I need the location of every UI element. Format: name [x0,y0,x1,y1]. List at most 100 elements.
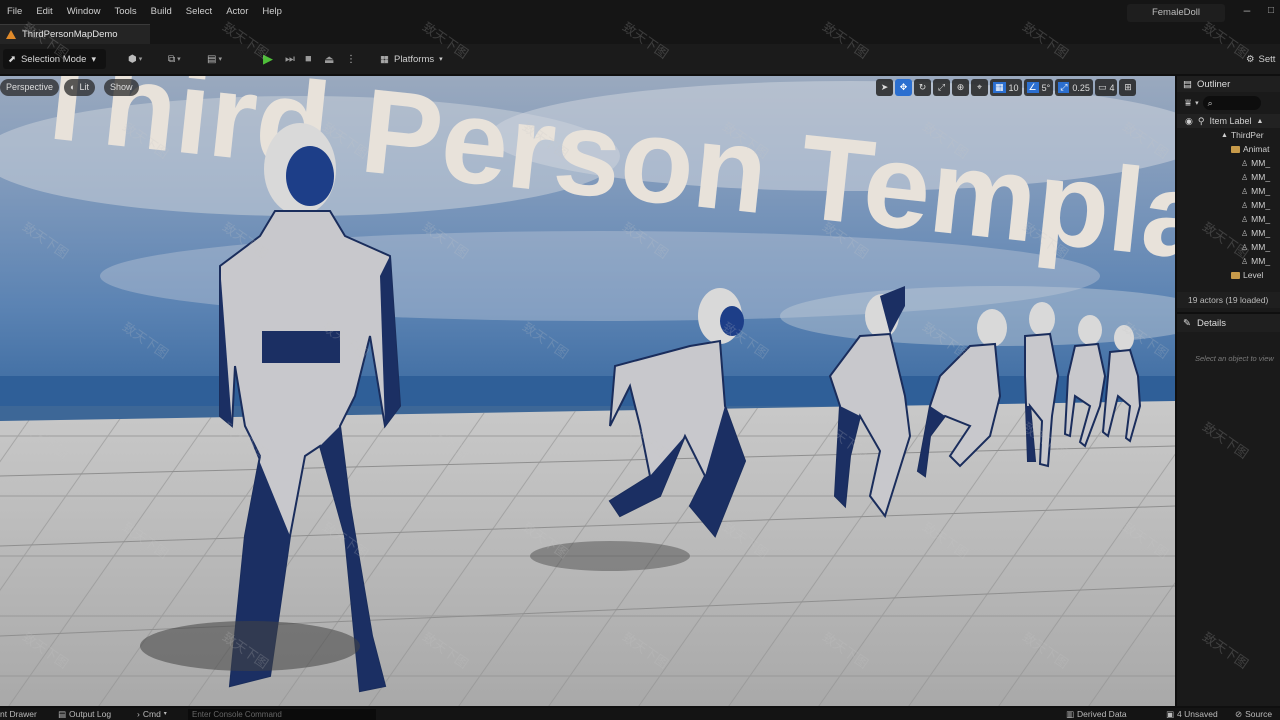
rotate-tool-button[interactable]: ↻ [914,79,931,96]
source-control-button[interactable]: ⊘ Source [1235,708,1272,720]
menu-select[interactable]: Select [179,0,219,24]
perspective-view-button[interactable]: Perspective [0,79,60,96]
details-panel: ✎ Details Select an object to view [1177,314,1280,706]
surface-snap-icon: ⌖ [976,82,983,92]
menu-window[interactable]: Window [60,0,108,24]
database-icon: ▥ [1066,709,1075,719]
pin-icon[interactable]: ⚲ [1198,116,1205,127]
grid-snap-button[interactable]: ▦ 10 [990,79,1022,96]
outliner-row-label: ThirdPer [1230,130,1264,140]
log-icon: ▤ [58,709,67,719]
outliner-row[interactable]: ♙ MM_ [1177,184,1280,198]
select-tool-button[interactable]: ➤ [876,79,893,96]
scale-tool-button[interactable]: ⤢ [933,79,950,96]
outliner-row[interactable]: ▲ ThirdPer [1177,128,1280,142]
main-menu: File Edit Window Tools Build Select Acto… [0,0,289,24]
lit-view-mode-button[interactable]: ◐ Lit [64,79,95,96]
menu-file[interactable]: File [0,0,29,24]
eye-icon[interactable]: ◉ [1185,116,1193,127]
person-icon: ♙ [1241,242,1249,252]
outliner-row[interactable]: ♙ MM_ [1177,198,1280,212]
add-content-button[interactable]: ⬢ ▾ [128,50,142,68]
details-title: Details [1196,317,1227,329]
more-vertical-icon: ⋮ [346,53,356,65]
scale-snap-button[interactable]: ⤢ 0.25 [1055,79,1093,96]
outliner-search-input[interactable]: ⌕ [1202,96,1261,110]
scale-snap-icon: ⤢ [1058,82,1070,93]
play-options-button[interactable]: ⋮ [346,50,356,68]
stop-button[interactable]: ■ [305,50,312,68]
sort-ascending-icon: ▲ [1256,117,1264,125]
level-tab[interactable]: ThirdPersonMapDemo [0,24,150,44]
output-log-button[interactable]: ▤ Output Log [58,708,111,720]
folder-icon [1231,271,1240,279]
outliner-row[interactable]: ♙ MM_ [1177,226,1280,240]
blueprint-button[interactable]: ⧉ ▾ [168,50,181,68]
outliner-row[interactable]: ♙ MM_ [1177,254,1280,268]
menu-build[interactable]: Build [144,0,179,24]
outliner-row-label: MM_ [1251,242,1271,252]
outliner-row-label: MM_ [1251,256,1271,266]
main-toolbar: ⬈ Selection Mode ▾ ⬢ ▾ ⧉ ▾ ▤ ▾ ▶ ⏭ ■ ⏏ ⋮ ▦ … [0,44,1280,74]
selection-mode-label: Selection Mode [20,53,87,65]
unsaved-button[interactable]: ▣ 4 Unsaved [1166,708,1218,720]
camera-speed-value: 4 [1109,82,1115,93]
outliner-row[interactable]: ♙ MM_ [1177,212,1280,226]
cmd-dropdown[interactable]: › Cmd ▾ [137,708,167,720]
filter-icon[interactable]: ⩸ [1185,98,1191,109]
rotation-snap-button[interactable]: ∠ 5° [1023,79,1054,96]
item-label-column[interactable]: Item Label [1209,116,1251,126]
translate-tool-button[interactable]: ✥ [895,79,912,96]
viewport-layout-button[interactable]: ⊞ [1119,79,1137,96]
eject-icon: ⏏ [324,53,335,66]
platforms-dropdown[interactable]: ▦ Platforms ▾ [380,50,443,68]
play-button[interactable]: ▶ [263,50,273,68]
content-drawer-button[interactable]: nt Drawer [0,708,37,720]
outliner-row-label: MM_ [1251,172,1271,182]
chevron-down-icon: ▾ [177,56,181,63]
menu-edit[interactable]: Edit [29,0,59,24]
platforms-icon: ▦ [380,53,389,65]
camera-speed-button[interactable]: ▭ 4 [1094,79,1118,96]
platforms-label: Platforms [393,53,435,65]
scale-icon: ⤢ [937,82,946,92]
globe-icon: ⊕ [956,82,965,92]
settings-button[interactable]: ⚙ Sett [1246,51,1275,67]
world-space-button[interactable]: ⊕ [952,79,969,96]
step-button[interactable]: ⏭ [285,50,295,68]
terminal-icon: › [137,709,140,719]
outliner-row[interactable]: ♙ MM_ [1177,156,1280,170]
outliner-row[interactable]: Animat [1177,142,1280,156]
chevron-down-icon[interactable]: ▾ [1195,99,1199,107]
show-flags-button[interactable]: Show [104,79,139,96]
angle-icon: ∠ [1026,82,1039,93]
cinematics-button[interactable]: ▤ ▾ [207,50,222,68]
move-icon: ✥ [899,82,908,92]
minimize-icon[interactable]: – [1240,4,1254,18]
surface-snap-button[interactable]: ⌖ [971,79,988,96]
maximize-icon[interactable]: □ [1264,4,1278,18]
grid-icon: ▦ [993,82,1006,93]
outliner-actor-count: 19 actors (19 loaded) [1177,292,1280,308]
level-viewport[interactable]: Third Person Template Perspective ◐ Lit … [0,76,1175,706]
menu-bar: File Edit Window Tools Build Select Acto… [0,0,1280,24]
step-icon: ⏭ [285,52,295,65]
show-label: Show [110,82,133,92]
outliner-panel: ▤ Outliner ⩸ ▾ ⌕ ◉ ⚲ Item Label ▲ ▲ Third… [1177,76,1280,312]
outliner-row[interactable]: ♙ MM_ [1177,240,1280,254]
menu-actor[interactable]: Actor [219,0,255,24]
derived-data-label: Derived Data [1077,709,1127,719]
chevron-down-icon: ▾ [138,56,143,63]
menu-help[interactable]: Help [255,0,289,24]
eject-button[interactable]: ⏏ [324,50,334,68]
chevron-down-icon: ▾ [439,56,443,63]
menu-tools[interactable]: Tools [107,0,143,24]
outliner-row[interactable]: ♙ MM_ [1177,170,1280,184]
cursor-icon: ➤ [880,82,889,92]
rotate-icon: ↻ [918,82,927,92]
outliner-header: ▤ Outliner [1177,76,1280,92]
console-command-input[interactable]: Enter Console Command [188,709,376,720]
derived-data-button[interactable]: ▥ Derived Data [1066,708,1127,720]
selection-mode-dropdown[interactable]: ⬈ Selection Mode ▾ [3,49,106,69]
outliner-row[interactable]: Level [1177,268,1280,282]
